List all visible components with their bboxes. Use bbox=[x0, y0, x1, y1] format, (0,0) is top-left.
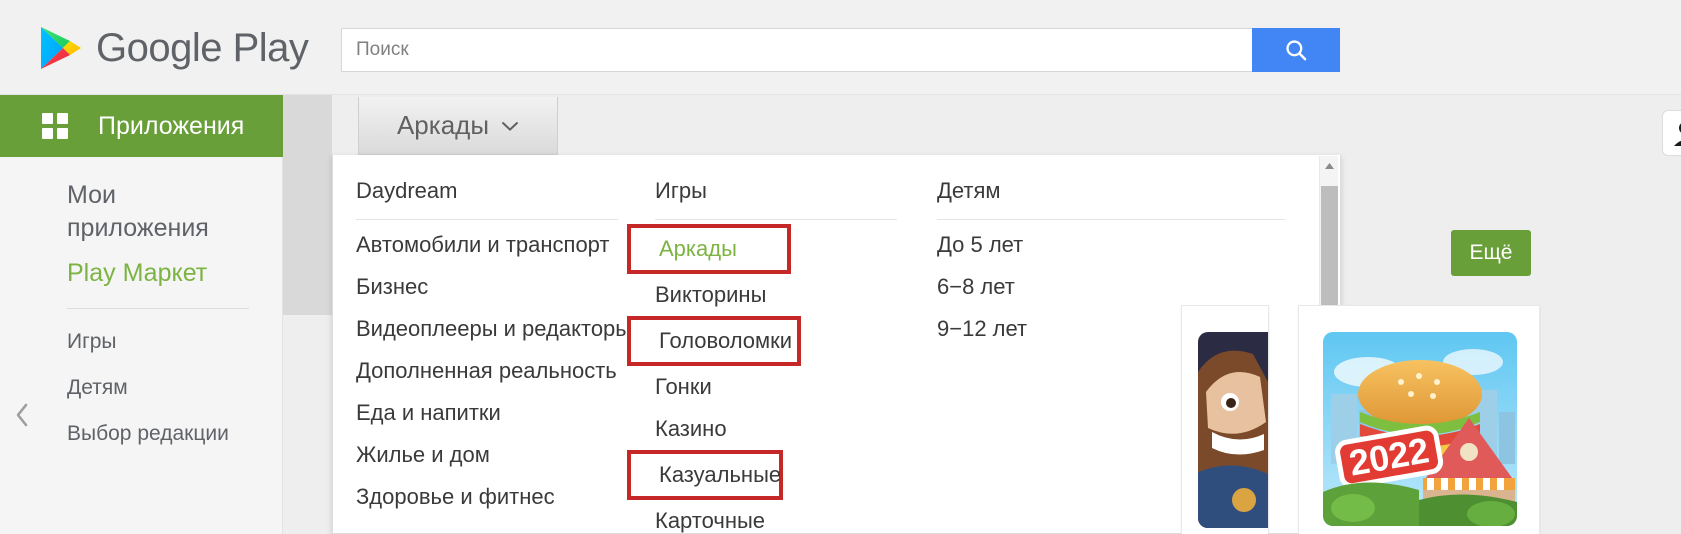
app-card[interactable]: 2022 bbox=[1298, 305, 1540, 534]
sidebar: Приложения Мои приложения Play Маркет Иг… bbox=[0, 95, 283, 534]
dropdown-column-header[interactable]: Игры bbox=[655, 169, 909, 219]
google-play-triangle-icon bbox=[41, 27, 81, 69]
sidebar-header-label: Приложения bbox=[98, 111, 245, 140]
more-button[interactable]: Ещё bbox=[1451, 230, 1531, 276]
dropdown-column-rule bbox=[655, 219, 897, 220]
content-left-gutter bbox=[283, 95, 332, 315]
sidebar-item-play-market[interactable]: Play Маркет bbox=[67, 257, 247, 290]
dropdown-item-card[interactable]: Карточные bbox=[655, 500, 909, 533]
burger-cooking-game-2022-icon: 2022 bbox=[1323, 332, 1517, 526]
search-bar bbox=[341, 28, 1340, 72]
app-card[interactable] bbox=[1181, 305, 1269, 534]
dropdown-columns: Daydream Автомобили и транспорт Бизнес В… bbox=[333, 155, 1303, 533]
sidebar-item-kids[interactable]: Детям bbox=[67, 375, 282, 401]
category-dropdown-label: Аркады bbox=[396, 110, 490, 140]
dropdown-item-casino[interactable]: Казино bbox=[655, 408, 909, 450]
dropdown-item-house-home[interactable]: Жилье и дом bbox=[356, 434, 627, 476]
dropdown-column-rule bbox=[937, 219, 1285, 220]
dropdown-item-food-drink[interactable]: Еда и напитки bbox=[356, 392, 627, 434]
top-bar: Google Play bbox=[0, 0, 1681, 95]
dropdown-item-business[interactable]: Бизнес bbox=[356, 266, 627, 308]
dropdown-column-header[interactable]: Детям bbox=[937, 169, 1303, 219]
dropdown-item-augmented-reality[interactable]: Дополненная реальность bbox=[356, 350, 627, 392]
dropdown-item-6-8-years[interactable]: 6−8 лет bbox=[937, 266, 1303, 308]
dropdown-column-rule bbox=[356, 219, 618, 220]
sidebar-item-editors-choice[interactable]: Выбор редакции bbox=[67, 421, 282, 447]
search-button[interactable] bbox=[1252, 28, 1340, 72]
dropdown-item-casual[interactable]: Казуальные bbox=[627, 450, 783, 500]
dropdown-scroll-up-button[interactable] bbox=[1320, 156, 1339, 175]
brand-name: Google Play bbox=[96, 25, 309, 70]
sidebar-collapse-button[interactable] bbox=[8, 395, 36, 435]
sidebar-item-games[interactable]: Игры bbox=[67, 329, 282, 355]
sidebar-divider bbox=[67, 308, 249, 309]
dropdown-item-trivia[interactable]: Викторины bbox=[655, 274, 909, 316]
search-input[interactable] bbox=[341, 28, 1252, 72]
apps-grid-icon bbox=[42, 113, 68, 139]
dropdown-column-games: Игры Аркады Викторины Головоломки Гонки … bbox=[627, 155, 909, 533]
action-hero-game-icon bbox=[1198, 332, 1268, 528]
brand-logo[interactable]: Google Play bbox=[40, 20, 309, 76]
sidebar-header-apps[interactable]: Приложения bbox=[0, 95, 283, 157]
account-chip[interactable] bbox=[1662, 110, 1681, 156]
dropdown-column-header[interactable]: Daydream bbox=[356, 169, 627, 219]
google-play-page: Google Play Приложения Мои приложения Pl… bbox=[0, 0, 1681, 534]
dropdown-item-arcade[interactable]: Аркады bbox=[627, 224, 791, 274]
sidebar-item-my-apps[interactable]: Мои приложения bbox=[67, 179, 247, 245]
chevron-left-icon bbox=[16, 403, 27, 427]
dropdown-item-under-5[interactable]: До 5 лет bbox=[937, 224, 1303, 266]
category-dropdown-tab[interactable]: Аркады bbox=[358, 97, 558, 155]
dropdown-item-cars-transport[interactable]: Автомобили и транспорт bbox=[356, 224, 627, 266]
dropdown-item-puzzle[interactable]: Головоломки bbox=[627, 316, 801, 366]
dropdown-item-racing[interactable]: Гонки bbox=[655, 366, 909, 408]
dropdown-item-video-players[interactable]: Видеоплееры и редакторы bbox=[356, 308, 631, 350]
dropdown-item-health-fitness[interactable]: Здоровье и фитнес bbox=[356, 476, 627, 518]
content-area: Аркады Daydream Автомобили и транспорт Б… bbox=[283, 95, 1681, 534]
dropdown-column-apps: Daydream Автомобили и транспорт Бизнес В… bbox=[333, 155, 631, 533]
scroll-up-arrow-icon bbox=[1325, 162, 1334, 169]
chevron-down-icon bbox=[502, 121, 519, 131]
search-icon bbox=[1286, 40, 1307, 61]
sidebar-body: Мои приложения Play Маркет Игры Детям Вы… bbox=[37, 157, 283, 534]
account-avatar-icon bbox=[1674, 123, 1681, 146]
